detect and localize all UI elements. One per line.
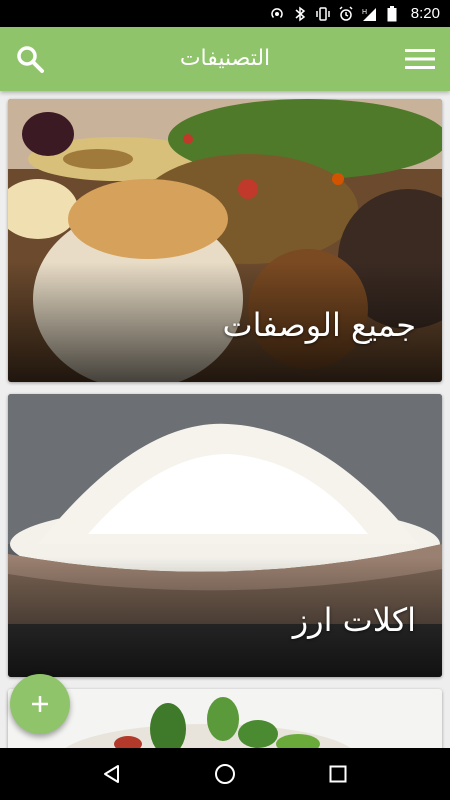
- alarm-icon: [338, 5, 354, 22]
- recents-button[interactable]: [314, 750, 362, 798]
- home-button[interactable]: [201, 750, 249, 798]
- category-card-all-recipes[interactable]: جميع الوصفات: [8, 99, 442, 382]
- svg-text:H: H: [362, 9, 367, 16]
- category-card-rice-dishes[interactable]: اكلات ارز: [8, 394, 442, 677]
- search-icon: [17, 46, 44, 73]
- home-icon: [214, 764, 235, 784]
- category-label: جميع الوصفات: [222, 306, 416, 344]
- category-card-salads[interactable]: [8, 689, 442, 748]
- search-button[interactable]: [6, 35, 54, 83]
- system-nav-bar: [0, 748, 450, 800]
- back-button[interactable]: [88, 750, 136, 798]
- status-time: 8:20: [410, 5, 440, 22]
- recents-icon: [329, 765, 347, 783]
- menu-button[interactable]: [396, 35, 444, 83]
- status-bar: H 8:20: [0, 0, 450, 27]
- category-label: اكلات ارز: [292, 601, 416, 639]
- signal-h-icon: H: [361, 6, 377, 22]
- add-button[interactable]: [10, 674, 70, 734]
- salad-image: [8, 689, 442, 748]
- app-bar: التصنيفات: [0, 27, 450, 91]
- category-list[interactable]: جميع الوصفات اكلات ارز: [0, 91, 450, 748]
- plus-icon: [32, 696, 48, 712]
- menu-icon: [405, 49, 435, 69]
- hotspot-icon: [269, 6, 285, 22]
- back-icon: [103, 765, 119, 783]
- battery-icon: [384, 5, 400, 22]
- vibrate-icon: [315, 6, 331, 22]
- page-title: التصنيفات: [179, 46, 271, 71]
- bluetooth-icon: [292, 6, 308, 22]
